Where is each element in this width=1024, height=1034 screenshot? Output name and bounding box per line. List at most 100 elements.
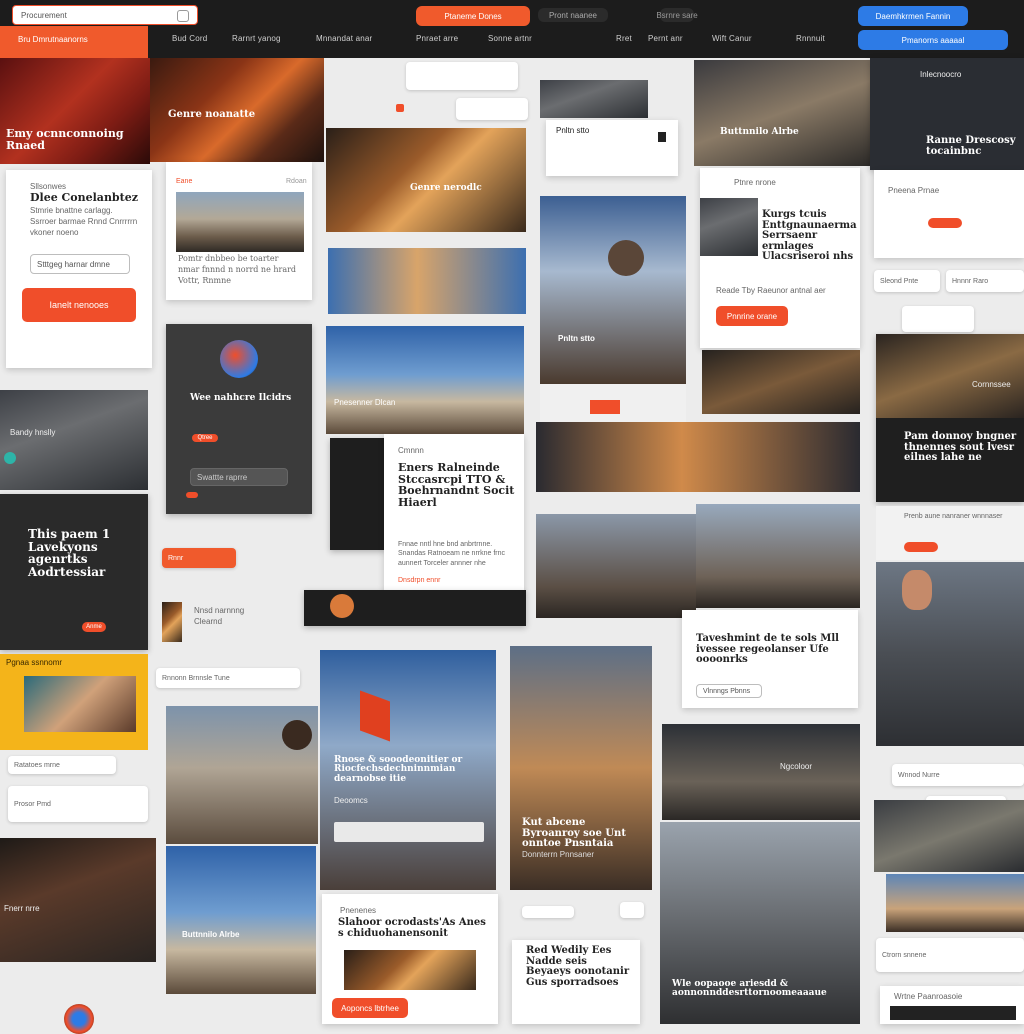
flag-tower-card[interactable]: Rnose & sooodeonitier or Riocfechsdechni… bbox=[320, 650, 496, 890]
robot-card-badge[interactable] bbox=[658, 132, 666, 142]
mid-right-button[interactable]: Pnnrine orane bbox=[716, 306, 788, 326]
left-dark-button[interactable]: Anme bbox=[82, 622, 106, 632]
bottom-center-button[interactable]: Aoponcs lbtrhee bbox=[332, 998, 408, 1018]
nav-link-6[interactable]: Rret bbox=[616, 34, 632, 43]
flag-tower-button[interactable]: Deoomcs bbox=[334, 796, 368, 807]
left-mid-thumb[interactable] bbox=[162, 602, 182, 642]
nav-link-9[interactable]: Rnnnuit bbox=[796, 34, 825, 43]
kut-image[interactable]: Kut abcene Byroanroy soe Unt onntoe Pnsn… bbox=[510, 646, 652, 890]
long-title-link[interactable]: Vlnnngs Pbnns bbox=[696, 684, 762, 698]
field-rnnonn[interactable]: Rnnonn Brnnsle Tune bbox=[156, 668, 300, 688]
fire-city-title: Genre nerodlc bbox=[410, 183, 482, 193]
header-pill-blue-top[interactable]: Daemhkrmen Fannin bbox=[858, 6, 968, 26]
fire-city-image[interactable]: Genre nerodlc bbox=[326, 128, 526, 232]
center-article-kicker: Cmnnn bbox=[398, 446, 424, 455]
right-chip-c[interactable]: Ctrorn snnene bbox=[876, 938, 1024, 972]
left-mid-pill[interactable]: Rnnr bbox=[162, 548, 236, 568]
header-pill-primary[interactable]: Ptaneme Dones bbox=[416, 6, 530, 26]
small-chip-mid-2[interactable] bbox=[620, 902, 644, 918]
robot-card: Pnltn stto bbox=[546, 120, 678, 176]
right-top-dark[interactable]: Inlecnoocro Ranne Drescosy tocainbnc bbox=[870, 58, 1024, 170]
right-chip-a[interactable]: Wnnod Nurre bbox=[892, 764, 1024, 786]
mid-right-kicker: Ptnre nrone bbox=[734, 178, 776, 187]
search-input[interactable]: Procurement bbox=[21, 11, 67, 20]
nav-link-7[interactable]: Pernt anr bbox=[648, 34, 683, 43]
promo-dark-input[interactable]: Swattte raprre bbox=[190, 468, 288, 486]
robot-photo-caption: Pnltn stto bbox=[558, 334, 595, 343]
left-chip-2[interactable]: Prosor Pmd bbox=[8, 786, 148, 822]
city-collage-card[interactable] bbox=[166, 706, 318, 844]
field-btn-mid[interactable] bbox=[456, 98, 528, 120]
right-bottom-card[interactable]: Wrtne Paanroasoie bbox=[880, 986, 1024, 1024]
promo-dark-card: Wee nahhcre Ilcidrs Qtree Swattte raprre bbox=[166, 324, 312, 514]
mid-tower-caption: Pnesenner Dlcan bbox=[334, 398, 396, 407]
thumbnail-strip[interactable] bbox=[334, 822, 484, 842]
wide-fire-banner[interactable] bbox=[536, 422, 860, 492]
search-box[interactable]: Procurement bbox=[12, 5, 198, 25]
mid-right-body: Reade Tby Raeunor antnal aer bbox=[716, 286, 826, 295]
panorama-image[interactable]: Ngcoloor bbox=[662, 724, 860, 820]
right-top-image[interactable]: Buttnnilo Alrbe bbox=[694, 60, 870, 166]
mid-skyline-a[interactable] bbox=[536, 514, 696, 618]
right-band-title: Pam donnoy bngner thnennes sout lvesr ei… bbox=[904, 431, 1017, 463]
center-article-card: Cmnnn Eners Ralneinde Stccasrcpi TTO & B… bbox=[384, 434, 524, 594]
bottom-center-image[interactable] bbox=[344, 950, 476, 990]
mid-right-thumb[interactable] bbox=[700, 198, 758, 256]
right-market-image[interactable] bbox=[886, 874, 1024, 932]
signup-input[interactable]: Stttgeg harnar dmne bbox=[30, 254, 130, 274]
signup-button[interactable]: Ianelt nenooes bbox=[22, 288, 136, 322]
promo-dark-title: Wee nahhcre Ilcidrs bbox=[190, 393, 292, 403]
header-pill-blue-bottom[interactable]: Pmanorns aaaaal bbox=[858, 30, 1008, 50]
right-ships-image[interactable] bbox=[874, 800, 1024, 872]
hero-left-title: Emy ocnnconnoing Rnaed bbox=[6, 127, 124, 152]
mid-tower-image[interactable]: Pnesenner Dlcan bbox=[326, 326, 524, 434]
field-search-mid[interactable] bbox=[406, 62, 518, 90]
left-bottom-image[interactable]: Fnerr nrre bbox=[0, 838, 156, 962]
kut-sub: Donnterrn Pnnsaner bbox=[522, 850, 595, 859]
header-pill-tertiary[interactable]: Bsrnre sare bbox=[656, 8, 698, 22]
right-news-button[interactable] bbox=[904, 542, 938, 552]
avatar-icon bbox=[220, 340, 258, 378]
right-portrait-card[interactable] bbox=[876, 562, 1024, 746]
colosseum-card[interactable]: Buttnnilo Alrbe bbox=[166, 846, 316, 994]
center-left-dark[interactable] bbox=[330, 438, 386, 550]
left-photo-caption: Bandy hnslly bbox=[10, 428, 56, 437]
center-article-link[interactable]: Dnsdrpn ennr bbox=[398, 576, 440, 585]
search-icon[interactable] bbox=[177, 10, 189, 22]
center-strip[interactable] bbox=[304, 590, 526, 626]
bottom-right-city[interactable]: Wle oopaooe ariesdd & aonnonnddesrttorno… bbox=[660, 822, 860, 1024]
nav-link-1[interactable]: Bud Cord bbox=[172, 34, 207, 43]
nav-link-4[interactable]: Pnraet arre bbox=[416, 34, 458, 43]
right-news-card: Prenb aune nanraner wnnnaser bbox=[876, 506, 1024, 560]
long-title-text: Taveshmint de te sols Mll ivessee regeol… bbox=[696, 633, 839, 665]
nav-link-8[interactable]: Wift Canur bbox=[712, 34, 752, 43]
right-field-3[interactable] bbox=[902, 306, 974, 332]
left-photo-card[interactable]: Bandy hnslly bbox=[0, 390, 148, 490]
brand-banner[interactable]: Bru Dmrutnaanorns bbox=[0, 26, 148, 58]
hero-card-left[interactable]: Emy ocnnconnoing Rnaed bbox=[0, 58, 150, 164]
small-chip-mid[interactable] bbox=[522, 906, 574, 918]
right-field-2[interactable]: Hnnnr Raro bbox=[946, 270, 1024, 292]
hero-card-mid[interactable]: Genre noanatte bbox=[150, 58, 324, 162]
signup-body: Stmrie bnattne carlagg. Ssrroer barmae R… bbox=[30, 206, 138, 237]
nav-link-3[interactable]: Mnnandat anar bbox=[316, 34, 372, 43]
nav-link-5[interactable]: Sonne artnr bbox=[488, 34, 532, 43]
robot-photo-card[interactable]: Pnltn stto bbox=[540, 196, 686, 384]
robot-thumb[interactable] bbox=[540, 80, 648, 118]
promo-dark-small-button[interactable] bbox=[186, 492, 198, 498]
red-body-card: Red Wedily Ees Nadde seis Beyaeys oonota… bbox=[512, 940, 640, 1024]
mid-chip-red bbox=[590, 400, 620, 414]
mid-banner-image[interactable] bbox=[328, 248, 526, 314]
article-image[interactable] bbox=[176, 192, 304, 252]
mid-skyline-b[interactable] bbox=[696, 504, 860, 608]
header-pill-secondary[interactable]: Pront naanee bbox=[538, 8, 608, 22]
yellow-card[interactable]: Pgnaa ssnnomr bbox=[0, 654, 148, 750]
right-form-button[interactable] bbox=[928, 218, 962, 228]
right-field-1[interactable]: Sleond Pnte bbox=[874, 270, 940, 292]
nav-link-2[interactable]: Rarnrt yanog bbox=[232, 34, 281, 43]
left-chip-1[interactable]: Ratatoes mrne bbox=[8, 756, 116, 774]
mid-right-dark-image[interactable] bbox=[702, 350, 860, 414]
promo-dark-badge[interactable]: Qtree bbox=[192, 434, 218, 442]
right-band-image[interactable] bbox=[876, 334, 1024, 418]
right-band-card: Cornnssee Pam donnoy bngner thnennes sou… bbox=[876, 334, 1024, 502]
